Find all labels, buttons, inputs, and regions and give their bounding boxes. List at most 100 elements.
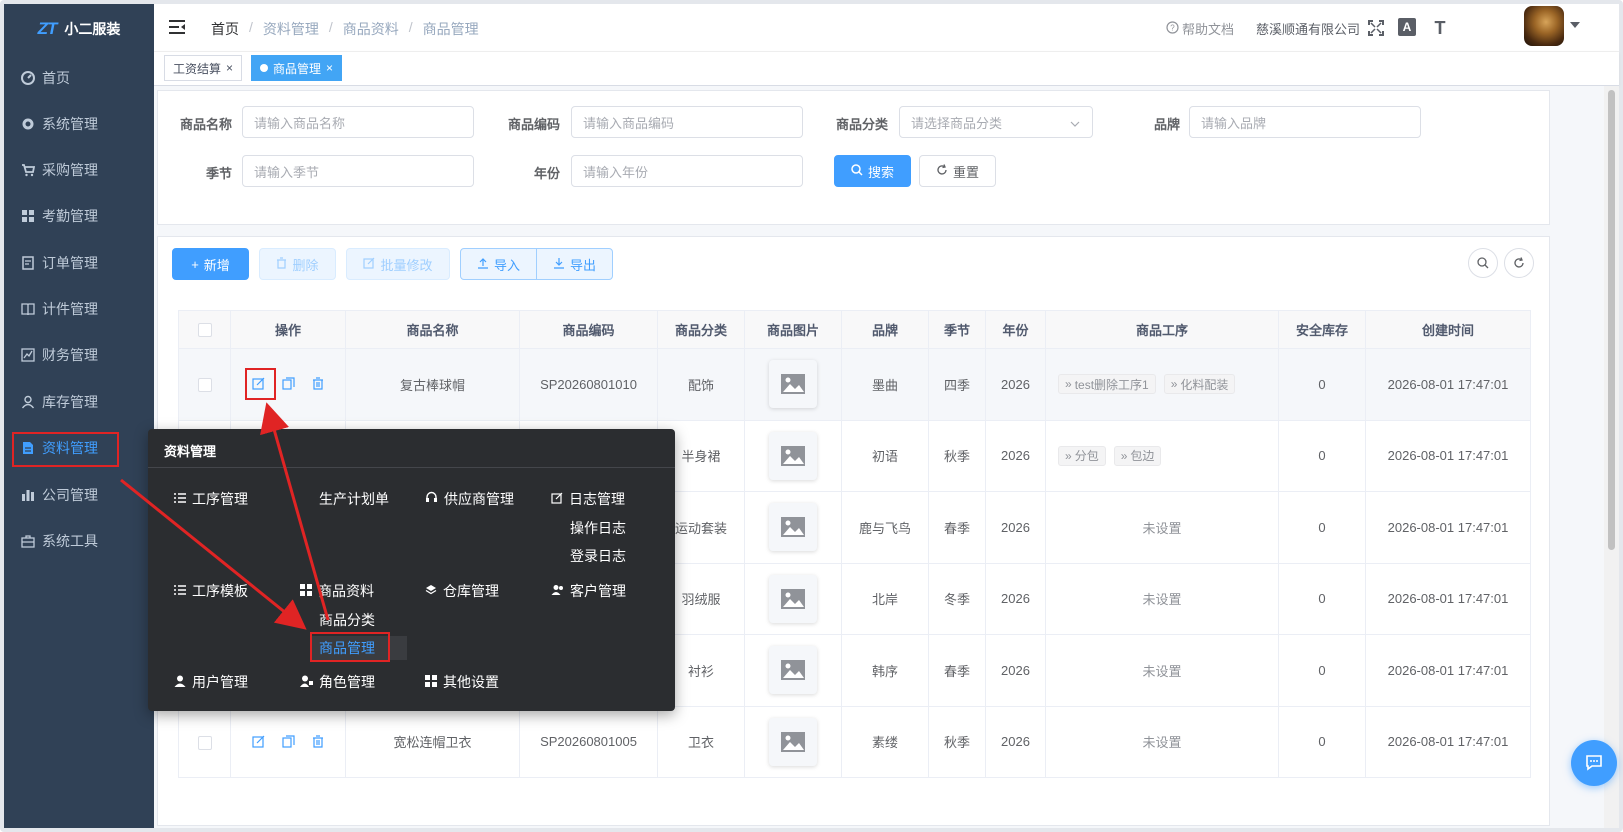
product-name-input[interactable]: 请输入商品名称 bbox=[242, 106, 474, 138]
breadcrumb-item: 资料管理 bbox=[262, 21, 319, 37]
sidebar-item-system[interactable]: 系统管理 bbox=[4, 104, 154, 144]
close-icon[interactable]: × bbox=[326, 61, 333, 75]
reset-button[interactable]: 重置 bbox=[919, 155, 996, 187]
product-code-input[interactable]: 请输入商品编码 bbox=[571, 106, 803, 138]
logo[interactable]: ZT 小二服装 bbox=[4, 4, 154, 54]
select-all-checkbox[interactable] bbox=[178, 310, 231, 349]
safety-stock-cell: 0 bbox=[1278, 634, 1366, 707]
menu-warehouse-management[interactable]: 仓库管理 bbox=[425, 581, 499, 601]
menu-user-management[interactable]: 用户管理 bbox=[174, 672, 248, 692]
product-name-cell: 宽松连帽卫衣 bbox=[345, 705, 520, 778]
row-checkbox[interactable] bbox=[197, 735, 212, 750]
menu-product-category[interactable]: 商品分类 bbox=[319, 610, 375, 630]
product-category-select[interactable]: 请选择商品分类 bbox=[899, 106, 1093, 138]
created-time-cell: 2026-08-01 17:47:01 bbox=[1365, 562, 1531, 635]
import-button[interactable]: 导入 bbox=[460, 248, 537, 280]
menu-product-info[interactable]: 商品资料 bbox=[300, 581, 374, 601]
book-icon bbox=[20, 301, 36, 317]
avatar[interactable] bbox=[1524, 6, 1564, 46]
toggle-search-icon[interactable] bbox=[1468, 248, 1498, 278]
image-placeholder-icon[interactable] bbox=[769, 431, 817, 480]
brand-input[interactable]: 请输入品牌 bbox=[1189, 106, 1421, 138]
menu-process-management[interactable]: 工序管理 bbox=[174, 489, 248, 509]
fullscreen-icon[interactable] bbox=[1366, 18, 1386, 38]
menu-role-management[interactable]: 角色管理 bbox=[300, 672, 375, 692]
help-docs-link[interactable]: ? 帮助文档 bbox=[1166, 19, 1234, 38]
menu-operation-log[interactable]: 操作日志 bbox=[570, 518, 626, 538]
active-dot-icon bbox=[260, 64, 268, 72]
image-placeholder-icon[interactable] bbox=[769, 503, 817, 552]
image-placeholder-icon[interactable] bbox=[769, 574, 817, 623]
process-cell: 未设置 bbox=[1045, 634, 1279, 707]
annotation-box-edit bbox=[245, 368, 276, 400]
sidebar-item-orders[interactable]: 订单管理 bbox=[4, 243, 154, 283]
font-icon[interactable]: A bbox=[1398, 18, 1416, 36]
menu-production-plan[interactable]: 生产计划单 bbox=[319, 489, 389, 509]
breadcrumb-item[interactable]: 首页 bbox=[211, 19, 239, 39]
season-input[interactable]: 请输入季节 bbox=[242, 155, 474, 187]
safety-stock-cell: 0 bbox=[1278, 491, 1366, 564]
cart-icon bbox=[20, 162, 36, 178]
sidebar-item-inventory[interactable]: 库存管理 bbox=[4, 382, 154, 422]
copy-icon[interactable] bbox=[280, 733, 296, 749]
edit-icon[interactable] bbox=[250, 733, 266, 749]
image-placeholder-icon[interactable] bbox=[769, 646, 817, 695]
export-button[interactable]: 导出 bbox=[536, 248, 613, 280]
column-header: 操作 bbox=[230, 310, 346, 349]
field-label: 年份 bbox=[533, 166, 560, 181]
image-placeholder-icon[interactable] bbox=[769, 717, 817, 766]
year-cell: 2026 bbox=[985, 491, 1046, 564]
sidebar-item-piecework[interactable]: 计件管理 bbox=[4, 289, 154, 329]
menu-process-template[interactable]: 工序模板 bbox=[174, 581, 248, 601]
copy-icon[interactable] bbox=[280, 376, 296, 392]
menu-log-management[interactable]: 日志管理 bbox=[551, 489, 625, 509]
sidebar-item-finance[interactable]: 财务管理 bbox=[4, 335, 154, 375]
tags-view: 工资结算 × 商品管理 × bbox=[154, 52, 1619, 86]
unset-label: 未设置 bbox=[1142, 520, 1182, 536]
menu-other-settings[interactable]: 其他设置 bbox=[425, 672, 499, 692]
tag-wage-settlement[interactable]: 工资结算 × bbox=[164, 55, 243, 81]
scrollbar-thumb[interactable] bbox=[1608, 90, 1615, 550]
product-category-cell: 配饰 bbox=[657, 348, 745, 421]
batch-edit-button[interactable]: 批量修改 bbox=[346, 248, 450, 280]
trash-icon[interactable] bbox=[310, 733, 326, 749]
delete-button[interactable]: 删除 bbox=[259, 248, 336, 280]
search-icon bbox=[851, 163, 863, 179]
chart-icon bbox=[20, 347, 36, 363]
brand-cell: 鹿与飞鸟 bbox=[841, 491, 929, 564]
caret-down-icon[interactable] bbox=[1570, 22, 1580, 28]
svg-text:?: ? bbox=[1170, 23, 1175, 32]
close-icon[interactable]: × bbox=[226, 61, 233, 75]
chat-button[interactable] bbox=[1571, 740, 1617, 786]
edit-icon bbox=[551, 491, 563, 507]
menu-login-log[interactable]: 登录日志 bbox=[570, 546, 626, 566]
sidebar-item-label: 计件管理 bbox=[42, 301, 98, 317]
refresh-table-icon[interactable] bbox=[1504, 248, 1534, 278]
trash-icon bbox=[276, 256, 287, 272]
year-cell: 2026 bbox=[985, 562, 1046, 635]
sidebar-item-tools[interactable]: 系统工具 bbox=[4, 521, 154, 561]
trash-icon[interactable] bbox=[310, 376, 326, 392]
annotation-box-sidebar bbox=[12, 432, 119, 467]
checkbox-cell[interactable] bbox=[178, 705, 231, 778]
menu-customer-management[interactable]: 客户管理 bbox=[551, 581, 626, 601]
text-size-icon[interactable]: T bbox=[1430, 18, 1450, 38]
hamburger-icon[interactable] bbox=[168, 18, 188, 38]
sidebar-item-company[interactable]: 公司管理 bbox=[4, 475, 154, 515]
sidebar-item-attendance[interactable]: 考勤管理 bbox=[4, 196, 154, 236]
add-button[interactable]: + 新增 bbox=[172, 248, 249, 280]
image-placeholder-icon[interactable] bbox=[769, 360, 817, 409]
brand-cell: 北岸 bbox=[841, 562, 929, 635]
created-time-cell: 2026-08-01 17:47:01 bbox=[1365, 348, 1531, 421]
brand-cell: 韩序 bbox=[841, 634, 929, 707]
year-input[interactable]: 请输入年份 bbox=[571, 155, 803, 187]
row-checkbox[interactable] bbox=[197, 378, 212, 393]
sidebar-item-home[interactable]: 首页 bbox=[4, 58, 154, 98]
search-button[interactable]: 搜索 bbox=[834, 155, 911, 187]
checkbox-cell[interactable] bbox=[178, 348, 231, 421]
menu-supplier-management[interactable]: 供应商管理 bbox=[425, 489, 514, 509]
tag-product-management[interactable]: 商品管理 × bbox=[251, 55, 343, 81]
sidebar-item-label: 首页 bbox=[42, 70, 70, 86]
process-cell: » 分包 » 包边 bbox=[1045, 419, 1279, 492]
sidebar-item-purchase[interactable]: 采购管理 bbox=[4, 150, 154, 190]
